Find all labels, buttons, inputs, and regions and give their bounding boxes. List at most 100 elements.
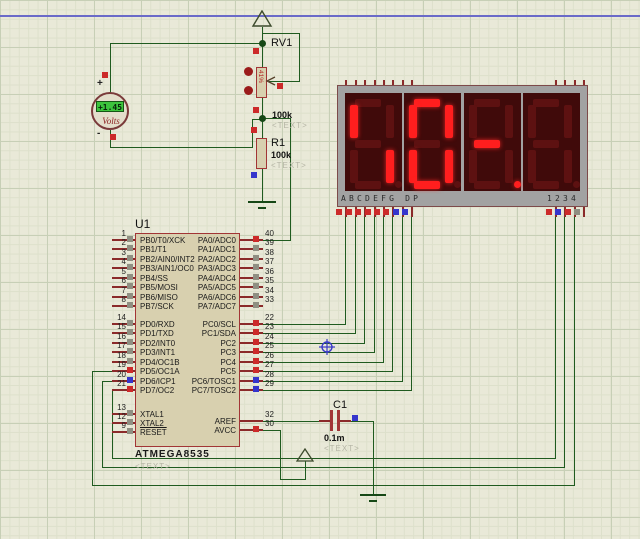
pin-state-square xyxy=(127,339,133,345)
state-square xyxy=(251,127,257,133)
pin-state-square xyxy=(127,245,133,251)
ground-icon[interactable] xyxy=(359,492,387,506)
display-top-tick xyxy=(364,80,366,85)
wire xyxy=(262,33,300,34)
wire xyxy=(351,421,374,422)
u1-pin-number: 26 xyxy=(265,351,274,360)
segment-D xyxy=(473,181,500,189)
c1-plate[interactable] xyxy=(337,410,340,431)
segment-E xyxy=(409,150,418,183)
display-segment-labels: ABCDEFG DP xyxy=(341,194,422,203)
ground-icon[interactable] xyxy=(247,198,277,212)
display-digit-3[interactable] xyxy=(463,93,521,191)
display-digit-2[interactable] xyxy=(404,93,462,191)
segment-C xyxy=(386,150,394,183)
wire xyxy=(555,217,556,459)
power-terminal-icon[interactable] xyxy=(251,10,273,28)
u1-pin-36 xyxy=(240,277,263,279)
wire xyxy=(355,217,356,334)
u1-pin-34 xyxy=(240,296,263,298)
rv1-wiper-arrow-icon xyxy=(265,76,276,86)
u1-pin-label: PA1/ADC1 xyxy=(197,245,236,254)
u1-pin-30 xyxy=(240,429,263,431)
wire xyxy=(110,147,253,148)
display-top-tick xyxy=(345,80,347,85)
c1-text-placeholder: <TEXT> xyxy=(324,444,360,453)
u1-pin-label: PC1/SDA xyxy=(201,329,236,338)
wire xyxy=(102,467,565,468)
u1-pin-22 xyxy=(240,323,263,325)
u1-pin-number: 22 xyxy=(265,313,274,322)
segment-D xyxy=(532,181,559,189)
state-square xyxy=(102,72,108,78)
schematic-canvas[interactable]: +1.45 Volts + - 41% RV1 100k <TEXT> R1 1… xyxy=(0,0,640,539)
u1-pin-label: PA6/ADC6 xyxy=(197,293,236,302)
u1-pin-24 xyxy=(240,342,263,344)
u1-text-placeholder: <TEXT> xyxy=(135,462,171,471)
segment-B xyxy=(445,105,454,138)
pin-state-square xyxy=(253,348,259,354)
rv1-text-placeholder: <TEXT> xyxy=(272,121,308,130)
pin-state-square xyxy=(253,293,259,299)
u1-pin-25 xyxy=(240,351,263,353)
wire xyxy=(110,43,111,93)
rv1-ref-label: RV1 xyxy=(271,37,293,49)
r1-body[interactable] xyxy=(256,138,267,169)
wire xyxy=(574,217,575,486)
display-top-tick xyxy=(574,80,576,85)
pin-state-square xyxy=(127,255,133,261)
pin-state-square xyxy=(127,348,133,354)
state-square xyxy=(277,83,283,89)
pin-state-square xyxy=(253,329,259,335)
display-top-tick xyxy=(383,80,385,85)
display-digit-4[interactable] xyxy=(522,93,580,191)
u1-pin-number: 37 xyxy=(265,257,274,266)
wire xyxy=(411,217,412,391)
pin-state-square xyxy=(127,320,133,326)
power-terminal-icon[interactable] xyxy=(296,448,314,462)
pin-state-square xyxy=(127,236,133,242)
c1-ref-label: C1 xyxy=(333,399,348,411)
rv1-increase-button[interactable] xyxy=(244,67,253,76)
u1-pin-number: 39 xyxy=(265,238,274,247)
pin-state-square xyxy=(383,209,389,215)
state-square xyxy=(352,415,358,421)
wire xyxy=(299,33,300,82)
wire xyxy=(92,485,575,486)
u1-pin-label: PC5 xyxy=(220,367,236,376)
u1-pin-label: AREF xyxy=(214,417,236,426)
u1-pin-number: 18 xyxy=(117,351,126,360)
segment-G xyxy=(355,140,381,148)
pin-state-square xyxy=(127,274,133,280)
wire xyxy=(254,421,320,422)
u1-pin-39 xyxy=(240,248,263,250)
c1-value-label: 0.1m xyxy=(324,433,345,443)
segment-C xyxy=(445,150,454,183)
display-digit-pin xyxy=(583,207,585,217)
pin-state-square xyxy=(253,320,259,326)
u1-pin-number: 35 xyxy=(265,276,274,285)
c1-lead xyxy=(319,420,330,422)
pin-state-square xyxy=(546,209,552,215)
pin-state-square xyxy=(346,209,352,215)
pin-state-square xyxy=(253,426,259,432)
wire xyxy=(564,217,565,468)
u1-pin-number: 34 xyxy=(265,286,274,295)
u1-pin-number: 14 xyxy=(117,313,126,322)
u1-pin-number: 15 xyxy=(117,322,126,331)
segment-F xyxy=(350,105,358,138)
sheet-border xyxy=(0,15,640,17)
rv1-decrease-button[interactable] xyxy=(244,86,253,95)
pin-state-square xyxy=(127,386,133,392)
segment-A xyxy=(473,99,500,107)
pin-state-square xyxy=(127,264,133,270)
c1-plate[interactable] xyxy=(330,410,333,431)
u1-pin-26 xyxy=(240,361,263,363)
pin-state-square xyxy=(127,428,133,434)
wire xyxy=(392,217,393,372)
display-top-tick xyxy=(374,80,376,85)
u1-pin-number: 28 xyxy=(265,370,274,379)
u1-pin-35 xyxy=(240,286,263,288)
segment-C xyxy=(504,150,513,183)
display-digit-1[interactable] xyxy=(345,93,402,191)
